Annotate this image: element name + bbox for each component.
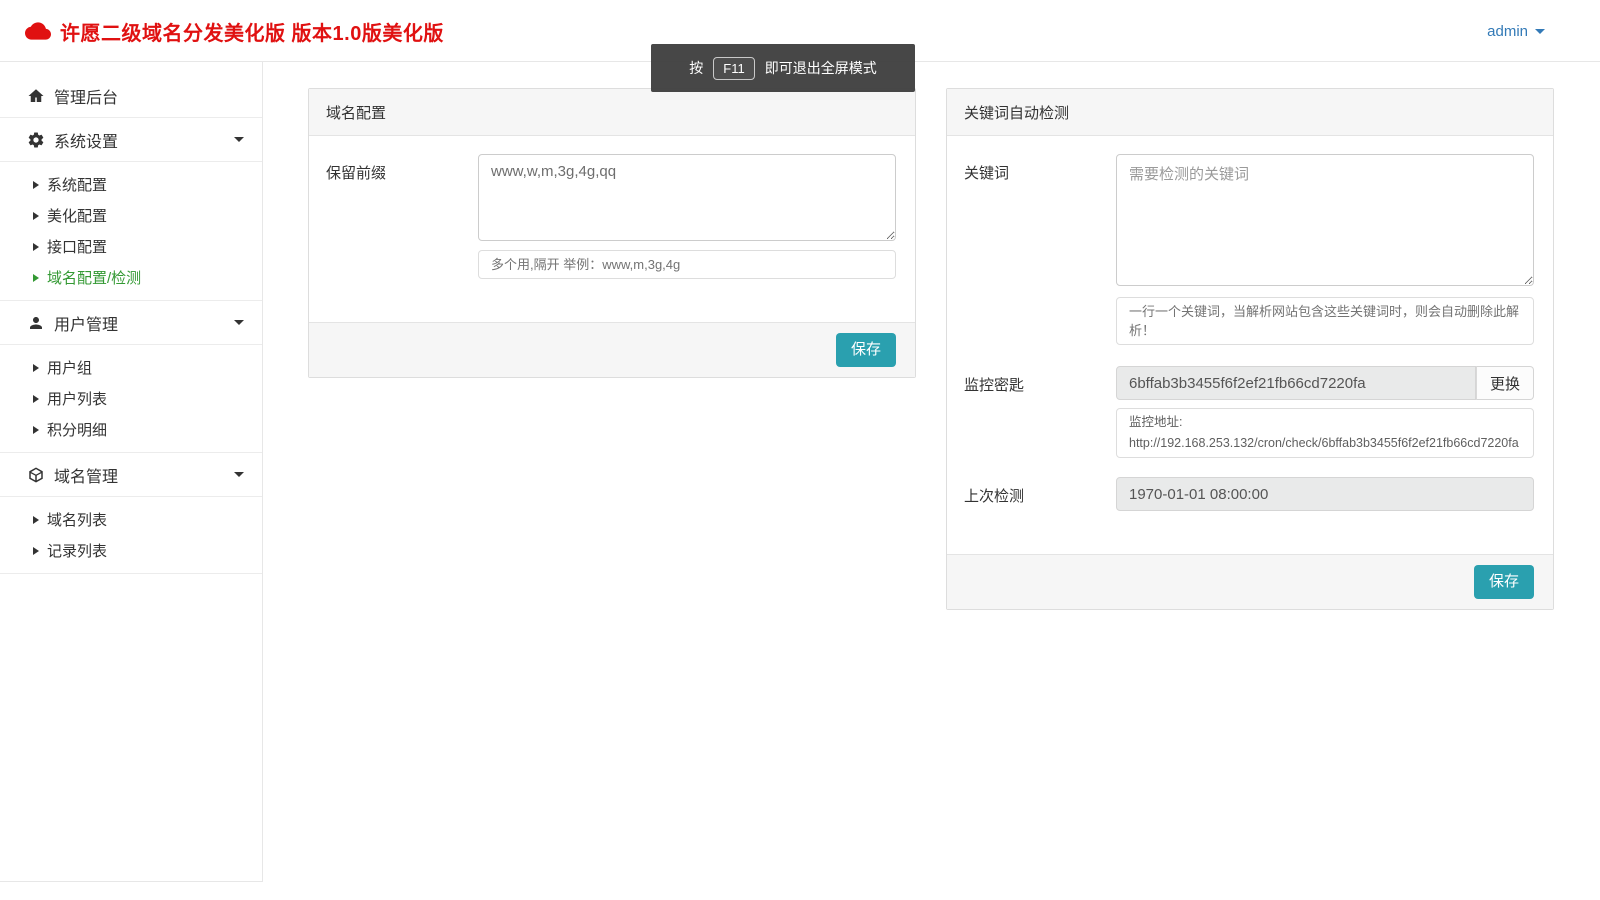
sidebar-group-system-settings[interactable]: 系统设置 <box>0 118 262 162</box>
triangle-right-icon <box>33 243 39 251</box>
brand[interactable]: 许愿二级域名分发美化版 版本1.0版美化版 <box>25 0 444 62</box>
sidebar-group-domain-management[interactable]: 域名管理 <box>0 453 262 497</box>
sidebar-item-label: 用户组 <box>47 357 92 378</box>
triangle-right-icon <box>33 395 39 403</box>
fullscreen-exit-tooltip: 按 F11 即可退出全屏模式 <box>651 44 915 92</box>
monitor-url-help: 监控地址: http://192.168.253.132/cron/check/… <box>1116 408 1534 458</box>
sidebar: 管理后台 系统设置 系统配置 美化配置 接口配置 域名配置/检测 用户管理 <box>0 62 263 882</box>
sidebar-item-beautify-config[interactable]: 美化配置 <box>0 200 262 231</box>
cloud-logo-icon <box>25 21 51 41</box>
user-icon <box>27 314 45 332</box>
triangle-right-icon <box>33 274 39 282</box>
panel-title: 关键词自动检测 <box>947 89 1553 136</box>
save-button[interactable]: 保存 <box>836 333 896 367</box>
f11-key-badge: F11 <box>713 57 754 80</box>
sidebar-item-user-list[interactable]: 用户列表 <box>0 383 262 414</box>
user-menu[interactable]: admin <box>1487 0 1545 62</box>
sidebar-item-domain-list[interactable]: 域名列表 <box>0 504 262 535</box>
sidebar-item-label: 记录列表 <box>47 540 107 561</box>
tip-prefix: 按 <box>689 58 703 78</box>
sidebar-item-label: 接口配置 <box>47 236 107 257</box>
sidebar-item-system-config[interactable]: 系统配置 <box>0 169 262 200</box>
sidebar-item-label: 系统配置 <box>47 174 107 195</box>
gear-icon <box>27 131 45 149</box>
panel-title: 域名配置 <box>309 89 915 136</box>
monitor-url-title: 监控地址: <box>1129 412 1521 433</box>
change-secret-button[interactable]: 更换 <box>1476 366 1534 400</box>
app-title: 许愿二级域名分发美化版 版本1.0版美化版 <box>60 17 444 46</box>
sidebar-sublist-domains: 域名列表 记录列表 <box>0 497 262 574</box>
last-check-label: 上次检测 <box>964 477 1116 511</box>
triangle-right-icon <box>33 516 39 524</box>
prefix-help-text: 多个用,隔开 举例：www,m,3g,4g <box>478 250 896 279</box>
sidebar-group-label: 域名管理 <box>54 463 234 487</box>
triangle-right-icon <box>33 212 39 220</box>
save-button[interactable]: 保存 <box>1474 565 1534 599</box>
sidebar-group-label: 系统设置 <box>54 128 234 152</box>
sidebar-item-label: 美化配置 <box>47 205 107 226</box>
tip-suffix: 即可退出全屏模式 <box>765 58 877 78</box>
chevron-down-icon <box>1535 29 1545 34</box>
monitor-url-value: http://192.168.253.132/cron/check/6bffab… <box>1129 433 1521 454</box>
sidebar-item-domain-config-check[interactable]: 域名配置/检测 <box>0 262 262 293</box>
keyword-check-panel: 关键词自动检测 关键词 一行一个关键词，当解析网站包含这些关键词时，则会自动删除… <box>946 88 1554 610</box>
sidebar-sublist-users: 用户组 用户列表 积分明细 <box>0 345 262 453</box>
keyword-help-text: 一行一个关键词，当解析网站包含这些关键词时，则会自动删除此解析！ <box>1116 297 1534 345</box>
prefix-textarea[interactable]: www,w,m,3g,4g,qq <box>478 154 896 241</box>
user-name: admin <box>1487 23 1528 40</box>
prefix-label: 保留前缀 <box>326 154 478 279</box>
triangle-right-icon <box>33 181 39 189</box>
sidebar-item-label: 域名配置/检测 <box>47 267 141 288</box>
domain-config-panel: 域名配置 保留前缀 www,w,m,3g,4g,qq 多个用,隔开 举例：www… <box>308 88 916 378</box>
sidebar-item-label: 用户列表 <box>47 388 107 409</box>
sidebar-item-label: 管理后台 <box>54 84 244 108</box>
chevron-down-icon <box>234 320 244 325</box>
sidebar-item-label: 域名列表 <box>47 509 107 530</box>
sidebar-item-user-groups[interactable]: 用户组 <box>0 352 262 383</box>
triangle-right-icon <box>33 364 39 372</box>
sidebar-item-admin-home[interactable]: 管理后台 <box>0 74 262 118</box>
keyword-label: 关键词 <box>964 154 1116 345</box>
sidebar-item-api-config[interactable]: 接口配置 <box>0 231 262 262</box>
chevron-down-icon <box>234 472 244 477</box>
last-check-input[interactable] <box>1116 477 1534 511</box>
sidebar-group-user-management[interactable]: 用户管理 <box>0 301 262 345</box>
monitor-secret-label: 监控密匙 <box>964 366 1116 458</box>
chevron-down-icon <box>234 137 244 142</box>
sidebar-item-points-detail[interactable]: 积分明细 <box>0 414 262 445</box>
home-icon <box>27 87 45 105</box>
triangle-right-icon <box>33 426 39 434</box>
triangle-right-icon <box>33 547 39 555</box>
keyword-textarea[interactable] <box>1116 154 1534 286</box>
monitor-secret-input[interactable] <box>1116 366 1476 400</box>
cube-icon <box>27 466 45 484</box>
sidebar-sublist-system: 系统配置 美化配置 接口配置 域名配置/检测 <box>0 162 262 301</box>
sidebar-group-label: 用户管理 <box>54 311 234 335</box>
sidebar-item-label: 积分明细 <box>47 419 107 440</box>
sidebar-item-record-list[interactable]: 记录列表 <box>0 535 262 566</box>
